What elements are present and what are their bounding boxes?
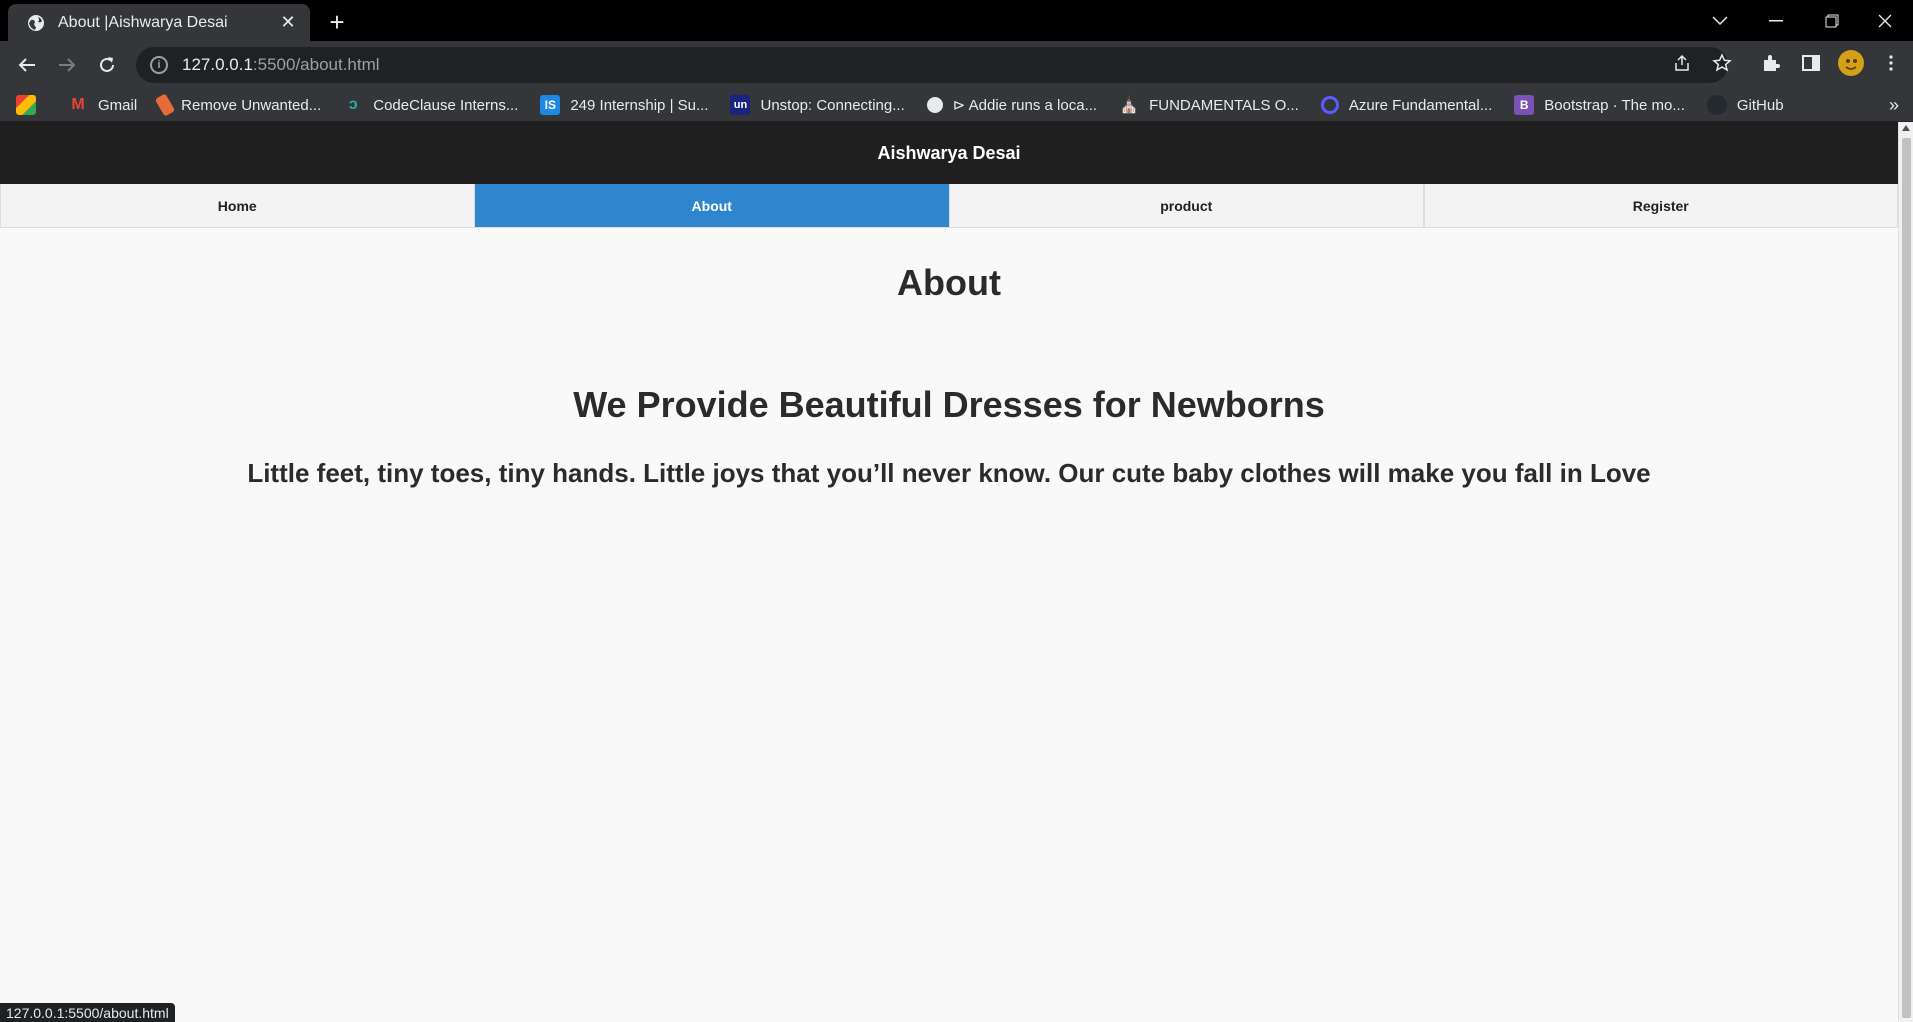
bookmark-fundamentals[interactable]: ⛪ FUNDAMENTALS O... — [1119, 95, 1299, 115]
close-icon[interactable]: ✕ — [278, 12, 298, 33]
address-bar[interactable]: i 127.0.0.1:5500/about.html — [136, 47, 1728, 83]
codeclause-icon: ɔ — [348, 96, 358, 113]
bootstrap-icon: B — [1514, 95, 1535, 115]
bookmark-label: ⊳ Addie runs a loca... — [952, 97, 1098, 114]
q-icon — [1320, 96, 1339, 114]
gmail-icon: M — [71, 96, 85, 113]
globe-icon — [926, 97, 943, 113]
forward-icon[interactable] — [51, 49, 83, 81]
window-close-icon[interactable] — [1857, 0, 1913, 41]
nav-about[interactable]: About — [474, 184, 949, 227]
is-icon: IS — [540, 95, 561, 115]
browser-tab[interactable]: About |Aishwarya Desai ✕ — [8, 4, 310, 41]
bookmark-label: Gmail — [98, 96, 138, 114]
bookmark-codeclause[interactable]: ɔ CodeClause Interns... — [343, 95, 519, 115]
bookmark-github[interactable]: GitHub — [1706, 95, 1784, 115]
eraser-icon — [154, 93, 176, 117]
bookmark-label: FUNDAMENTALS O... — [1149, 96, 1299, 114]
share-icon[interactable] — [1668, 49, 1696, 77]
bookmark-azure[interactable]: Azure Fundamental... — [1320, 96, 1493, 114]
site-nav: Home About product Register — [0, 184, 1898, 228]
headline: We Provide Beautiful Dresses for Newborn… — [573, 384, 1325, 425]
back-icon[interactable] — [11, 49, 43, 81]
bookmark-label: Unstop: Connecting... — [760, 96, 905, 114]
scrollbar-thumb[interactable] — [1902, 138, 1911, 1018]
tab-strip: About |Aishwarya Desai ✕ + — [0, 0, 1913, 41]
status-bubble: 127.0.0.1:5500/about.html — [0, 1003, 175, 1022]
info-icon[interactable]: i — [150, 56, 168, 74]
scrollbar[interactable] — [1898, 122, 1913, 1022]
bookmark-label: Azure Fundamental... — [1348, 96, 1493, 114]
side-panel-icon[interactable] — [1797, 49, 1825, 77]
unstop-icon: un — [730, 95, 751, 115]
page-title: About — [897, 262, 1001, 303]
bookmark-gmail[interactable]: M Gmail — [68, 95, 137, 115]
bookmark-label: Bootstrap · The mo... — [1544, 96, 1685, 114]
page-viewport: Aishwarya Desai Home About product Regis… — [0, 122, 1898, 1022]
bookmarks-bar: M Gmail Remove Unwanted... ɔ CodeClause In… — [0, 89, 1913, 122]
bookmark-bootstrap[interactable]: B Bootstrap · The mo... — [1514, 95, 1685, 115]
bookmark-label: Remove Unwanted... — [181, 96, 322, 114]
bookmark-unstop[interactable]: un Unstop: Connecting... — [730, 95, 905, 115]
main-content: About We Provide Beautiful Dresses for N… — [0, 262, 1898, 489]
site-header: Aishwarya Desai — [0, 122, 1898, 184]
tab-title: About |Aishwarya Desai — [58, 13, 228, 31]
new-tab-icon[interactable]: + — [322, 7, 352, 37]
bookmarks-overflow-icon[interactable]: » — [1889, 89, 1899, 122]
restore-icon[interactable] — [1804, 0, 1860, 41]
url-host: 127.0.0.1 — [182, 55, 253, 74]
github-icon — [1706, 95, 1727, 115]
bookmark-label: 249 Internship | Su... — [570, 96, 709, 114]
extensions-icon[interactable] — [1757, 49, 1785, 77]
star-icon[interactable] — [1708, 49, 1736, 77]
globe-icon — [26, 13, 46, 33]
building-icon: ⛪ — [1119, 97, 1140, 114]
bookmark-apps[interactable] — [16, 95, 46, 115]
scroll-up-icon[interactable] — [1902, 125, 1910, 131]
nav-home[interactable]: Home — [0, 184, 475, 227]
bookmark-internship[interactable]: IS 249 Internship | Su... — [540, 95, 708, 115]
tagline: Little feet, tiny toes, tiny hands. Litt… — [247, 458, 1651, 488]
menu-dots-icon[interactable] — [1877, 49, 1905, 77]
bookmark-label: CodeClause Interns... — [373, 96, 519, 114]
minimize-icon[interactable] — [1748, 0, 1804, 41]
bookmark-addie[interactable]: ⊳ Addie runs a loca... — [926, 96, 1098, 114]
nav-product[interactable]: product — [949, 184, 1424, 227]
bookmark-label: GitHub — [1736, 96, 1784, 114]
bookmark-remove-unwanted[interactable]: Remove Unwanted... — [154, 93, 322, 117]
reload-icon[interactable] — [91, 49, 123, 81]
apps-icon — [16, 95, 36, 115]
chevron-down-icon[interactable] — [1692, 0, 1748, 41]
browser-toolbar: i 127.0.0.1:5500/about.html — [0, 41, 1913, 89]
site-brand: Aishwarya Desai — [877, 142, 1021, 163]
nav-register[interactable]: Register — [1423, 184, 1898, 227]
url-path: :5500/about.html — [252, 55, 380, 74]
profile-avatar[interactable] — [1837, 49, 1865, 77]
